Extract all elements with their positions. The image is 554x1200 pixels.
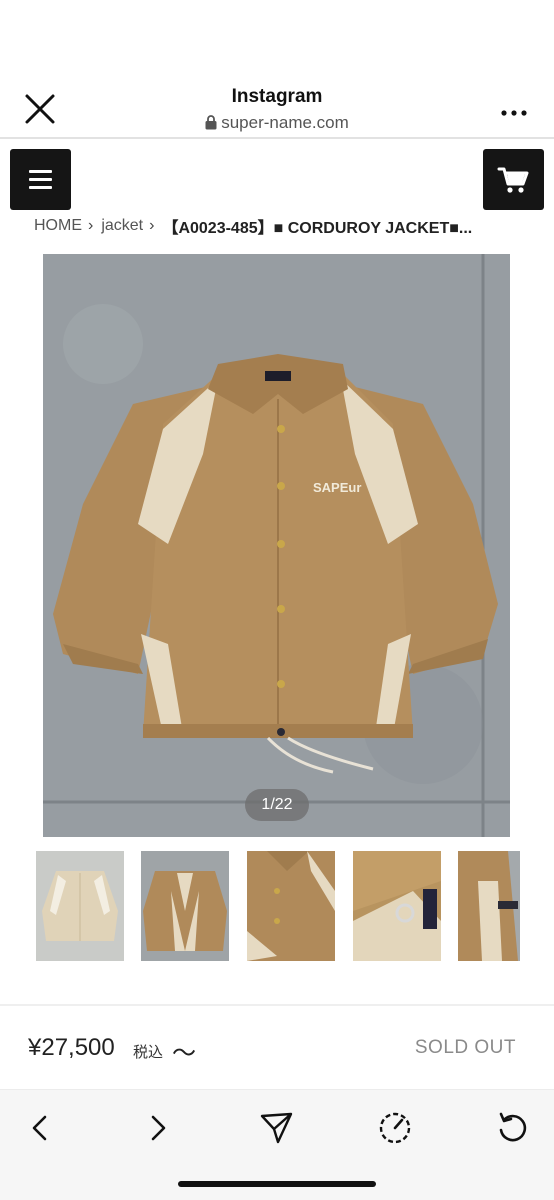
share-button[interactable]: [256, 1108, 296, 1148]
forward-button[interactable]: [138, 1108, 178, 1148]
cart-button[interactable]: [483, 149, 544, 210]
reload-button[interactable]: [493, 1108, 533, 1148]
cart-icon: [497, 167, 529, 193]
reload-icon: [499, 1112, 527, 1142]
thumbnail-4[interactable]: [353, 851, 441, 961]
browser-title: Instagram: [231, 86, 323, 107]
thumbnail-strip: [36, 851, 520, 961]
compass-button[interactable]: [375, 1108, 415, 1148]
chevron-right-icon: ›: [149, 217, 155, 234]
share-icon: [260, 1112, 293, 1144]
browser-header: Instagram super-name.com: [0, 80, 554, 138]
header-divider: [0, 137, 554, 139]
product-price: ¥27,500: [28, 1034, 115, 1061]
back-button[interactable]: [20, 1108, 60, 1148]
product-main-image[interactable]: SAPEur: [43, 254, 510, 837]
more-icon: [501, 110, 527, 116]
home-indicator[interactable]: [178, 1181, 376, 1187]
jacket-photo: SAPEur: [43, 254, 510, 837]
breadcrumb-item-home[interactable]: HOME: [34, 217, 82, 235]
thumbnail-1[interactable]: [36, 851, 124, 961]
back-icon: [32, 1115, 47, 1141]
browser-url[interactable]: super-name.com: [0, 113, 554, 135]
url-text: super-name.com: [221, 113, 349, 132]
thumbnail-5[interactable]: [458, 851, 520, 961]
section-divider: [0, 1004, 554, 1006]
tax-label: 税込: [133, 1044, 164, 1061]
breadcrumb: HOME › jacket › 【A0023-485】■ CORDUROY JACKET…: [34, 214, 524, 236]
sold-out-status: SOLD OUT: [414, 1037, 516, 1058]
compass-icon: [379, 1112, 411, 1144]
price-row: ¥27,500 税込 〜 SOLD OUT: [0, 1020, 554, 1080]
breadcrumb-current: 【A0023-485】■ CORDUROY JACKET■...: [162, 220, 473, 236]
breadcrumb-item-jacket[interactable]: jacket: [101, 217, 143, 235]
chevron-right-icon: ›: [88, 217, 94, 234]
forward-icon: [151, 1115, 166, 1141]
thumbnail-3[interactable]: [247, 851, 335, 961]
lock-icon: [205, 115, 217, 135]
more-button[interactable]: [500, 104, 528, 116]
image-counter: 1/22: [245, 789, 309, 821]
price-tilde: 〜: [172, 1040, 196, 1067]
jacket-brand-text: SAPEur: [313, 480, 361, 495]
hamburger-menu-icon: [29, 170, 52, 189]
menu-button[interactable]: [10, 149, 71, 210]
page: Instagram super-name.com HOME › jacket ›…: [0, 0, 554, 1200]
thumbnail-2[interactable]: [141, 851, 229, 961]
